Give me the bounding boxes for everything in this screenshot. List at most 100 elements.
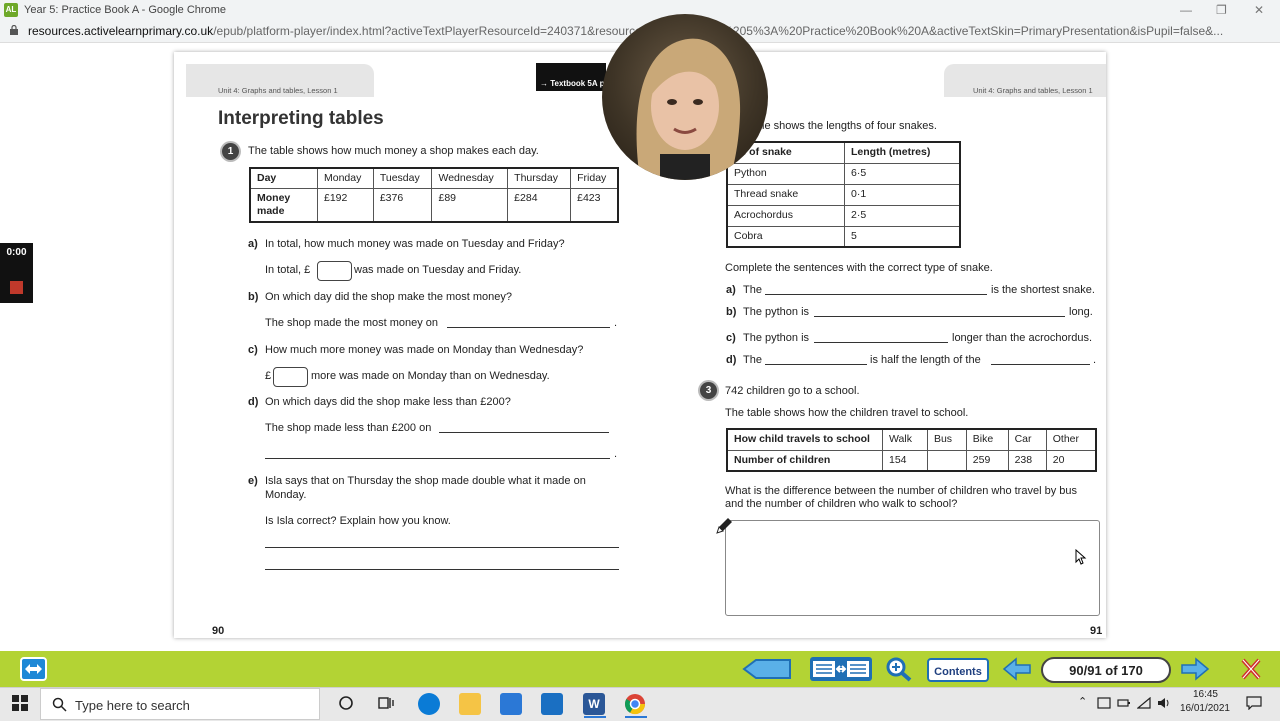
travel-table: How child travels to school Walk Bus Bik… bbox=[726, 428, 1097, 472]
task-view-icon[interactable] bbox=[378, 695, 394, 711]
contents-button[interactable]: Contents bbox=[927, 658, 989, 682]
answer-line[interactable] bbox=[765, 364, 867, 365]
table-cell: 20 bbox=[1045, 449, 1097, 472]
answer-line[interactable] bbox=[265, 458, 610, 459]
answer-suffix: more was made on Monday than on Wednesda… bbox=[311, 370, 550, 382]
part-label: a) bbox=[726, 284, 736, 296]
money-table: Day Monday Tuesday Wednesday Thursday Fr… bbox=[249, 167, 619, 223]
instruction-text: Complete the sentences with the correct … bbox=[725, 262, 993, 274]
mail-icon[interactable] bbox=[541, 693, 563, 715]
question-intro: le shows the lengths of four snakes. bbox=[762, 120, 937, 132]
file-explorer-icon[interactable] bbox=[459, 693, 481, 715]
search-icon bbox=[52, 697, 67, 712]
notification-icon[interactable] bbox=[1246, 696, 1262, 710]
full-stop: . bbox=[614, 448, 618, 460]
answer-line[interactable] bbox=[439, 432, 609, 433]
answer-box[interactable] bbox=[273, 367, 308, 387]
table-cell: 0·1 bbox=[844, 183, 961, 206]
answer-line[interactable] bbox=[447, 327, 610, 328]
working-box[interactable] bbox=[725, 520, 1100, 616]
mouse-cursor-icon bbox=[1075, 549, 1087, 565]
table-header-cell: Monday bbox=[317, 167, 374, 189]
answer-suffix: is the shortest snake. bbox=[991, 284, 1095, 296]
part-label: b) bbox=[248, 291, 259, 303]
next-page-icon[interactable] bbox=[1180, 657, 1210, 681]
table-cell: 154 bbox=[882, 449, 928, 472]
page-counter[interactable]: 90/91 of 170 bbox=[1041, 657, 1171, 683]
question-text: Isla says that on Thursday the shop made… bbox=[265, 475, 586, 487]
question-text: Is Isla correct? Explain how you know. bbox=[265, 515, 451, 527]
store-icon[interactable] bbox=[500, 693, 522, 715]
minimize-icon[interactable]: — bbox=[1180, 3, 1192, 17]
stop-recording-button[interactable] bbox=[10, 281, 23, 294]
question-text: and the number of children who walk to s… bbox=[725, 498, 958, 510]
question-text: In total, how much money was made on Tue… bbox=[265, 238, 565, 250]
lock-icon bbox=[10, 25, 18, 35]
answer-suffix: was made on Tuesday and Friday. bbox=[354, 264, 522, 276]
question-text: How much more money was made on Monday t… bbox=[265, 344, 584, 356]
expand-width-button[interactable] bbox=[20, 657, 47, 681]
edge-icon[interactable] bbox=[418, 693, 440, 715]
answer-line[interactable] bbox=[814, 316, 1065, 317]
recording-timer: 0:00 bbox=[6, 247, 27, 258]
search-placeholder: Type here to search bbox=[75, 698, 190, 713]
question-text: On which day did the shop make the most … bbox=[265, 291, 513, 303]
word-icon[interactable]: W bbox=[583, 693, 605, 715]
table-header-cell: Length (metres) bbox=[844, 141, 961, 164]
table-cell: £376 bbox=[372, 187, 433, 222]
table-cell bbox=[926, 449, 967, 472]
spread-view-button[interactable] bbox=[810, 657, 872, 681]
answer-line[interactable] bbox=[765, 294, 987, 295]
part-label: b) bbox=[726, 306, 737, 318]
network-icon[interactable] bbox=[1137, 697, 1151, 709]
close-icon[interactable] bbox=[1240, 657, 1262, 681]
page-spread-icon bbox=[813, 661, 869, 677]
chrome-icon[interactable] bbox=[624, 693, 646, 715]
question-number: 1 bbox=[222, 143, 239, 160]
table-header-cell: Tuesday bbox=[372, 167, 433, 189]
active-app-indicator bbox=[625, 716, 647, 718]
cortana-icon[interactable] bbox=[338, 695, 354, 711]
presenter-face-icon bbox=[636, 38, 741, 180]
question-intro: 742 children go to a school. bbox=[725, 385, 860, 397]
answer-box[interactable] bbox=[317, 261, 352, 281]
previous-page-icon[interactable] bbox=[1002, 657, 1032, 681]
part-label: d) bbox=[248, 396, 259, 408]
table-cell: £284 bbox=[507, 187, 572, 222]
battery-icon[interactable] bbox=[1117, 697, 1131, 709]
tray-app-icon[interactable] bbox=[1097, 697, 1111, 709]
table-header-cell: Car bbox=[1007, 428, 1047, 451]
answer-line[interactable] bbox=[814, 342, 948, 343]
tray-chevron-icon[interactable]: ⌃ bbox=[1078, 695, 1087, 708]
page-number: 91 bbox=[1090, 625, 1103, 637]
textbook-link[interactable]: → Textbook 5A p bbox=[536, 63, 606, 91]
table-header-cell: Other bbox=[1045, 428, 1097, 451]
zoom-icon[interactable] bbox=[885, 656, 913, 682]
table-cell: 238 bbox=[1007, 449, 1047, 472]
answer-line[interactable] bbox=[265, 569, 619, 570]
answer-line[interactable] bbox=[265, 547, 619, 548]
webcam-overlay[interactable] bbox=[602, 14, 768, 180]
table-header-cell: Bus bbox=[926, 428, 967, 451]
part-label: a) bbox=[248, 238, 258, 250]
eraser-icon[interactable] bbox=[742, 657, 792, 681]
part-label: e) bbox=[248, 475, 258, 487]
clock-time[interactable]: 16:45 bbox=[1172, 689, 1218, 700]
windows-start-icon[interactable] bbox=[12, 695, 28, 711]
close-window-icon[interactable]: ✕ bbox=[1254, 3, 1264, 17]
taskbar-search[interactable]: Type here to search bbox=[40, 688, 320, 720]
volume-icon[interactable] bbox=[1157, 697, 1171, 709]
answer-suffix: long. bbox=[1069, 306, 1093, 318]
table-header-cell: Friday bbox=[570, 167, 619, 189]
answer-line[interactable] bbox=[991, 364, 1090, 365]
page-title: Interpreting tables bbox=[218, 108, 384, 129]
window-title: Year 5: Practice Book A - Google Chrome bbox=[24, 4, 226, 16]
expand-arrows-icon bbox=[25, 664, 42, 674]
answer-prefix: The bbox=[743, 284, 762, 296]
table-cell: Cobra bbox=[726, 225, 845, 248]
maximize-icon[interactable]: ❐ bbox=[1216, 3, 1227, 17]
clock-date[interactable]: 16/01/2021 bbox=[1172, 703, 1230, 714]
page-number: 90 bbox=[212, 625, 225, 637]
part-label: c) bbox=[248, 344, 258, 356]
table-cell: £89 bbox=[431, 187, 509, 222]
